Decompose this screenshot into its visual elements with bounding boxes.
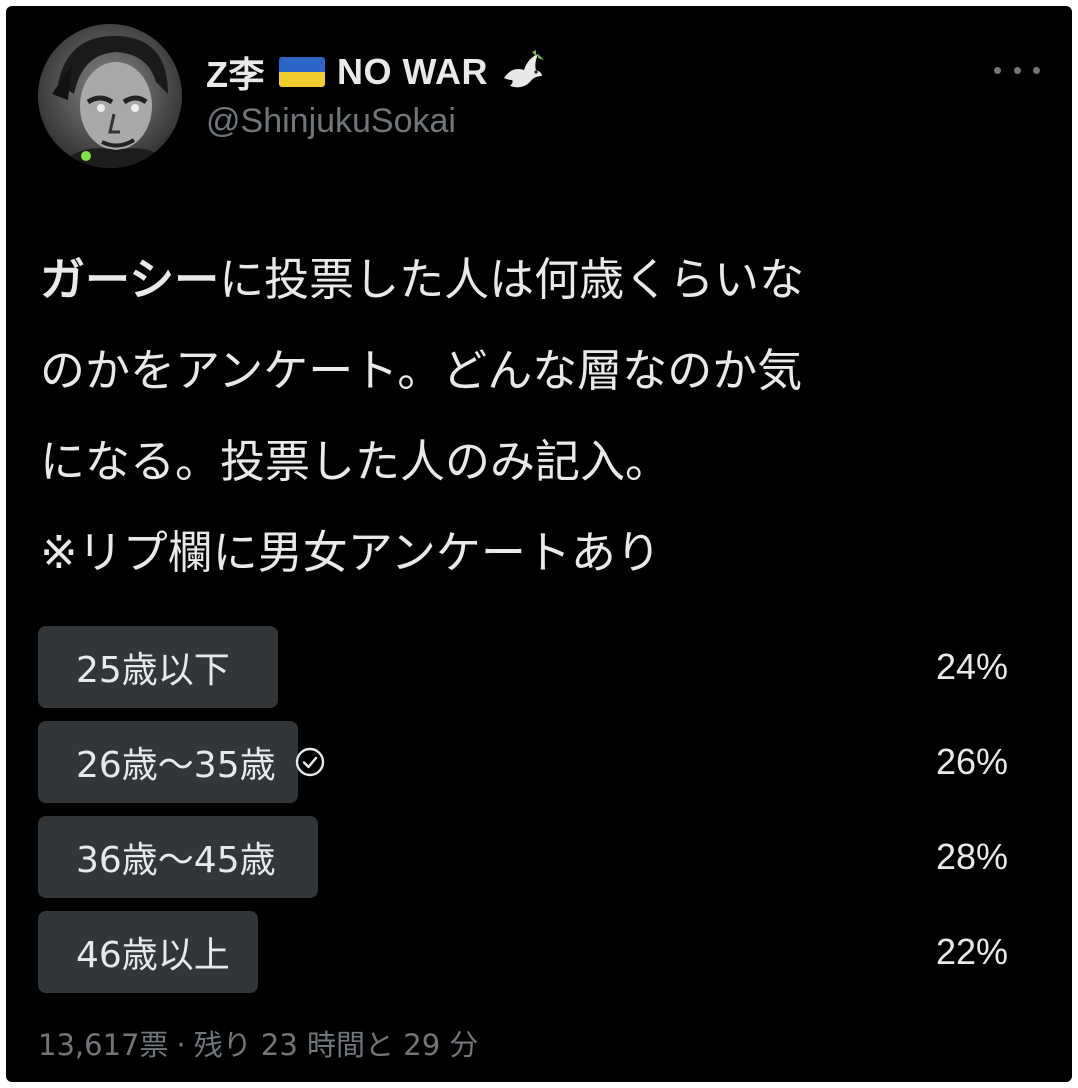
avatar[interactable] [38, 24, 182, 168]
tweet-line-1: ガーシーに投票した人は何歳くらいな [40, 234, 1040, 325]
tweet-line-2: のかをアンケート。どんな層なのか気 [40, 344, 803, 397]
poll: 25歳以下 24% 26歳〜35歳 26% 36歳〜45歳 28% 46歳以上 … [38, 626, 1038, 1006]
poll-option-label: 25歳以下 [76, 650, 230, 691]
poll-option-label-wrap: 36歳〜45歳 [76, 816, 276, 898]
tweet-line-1-rest: に投票した人は何歳くらいな [219, 253, 805, 306]
poll-option-percent: 22% [935, 931, 1008, 972]
ukraine-flag-icon [279, 57, 325, 87]
poll-vote-count: 13,617票 [38, 1028, 169, 1062]
poll-option-percent: 28% [935, 836, 1008, 877]
tweet-card: Z李 NO WAR @ShinjukuSokai ガーシーに投票した人は何歳くら… [6, 6, 1072, 1082]
check-circle-icon [294, 746, 326, 778]
poll-option-label: 26歳〜35歳 [76, 745, 276, 786]
tweet-text: ガーシーに投票した人は何歳くらいな のかをアンケート。どんな層なのか気 になる。… [40, 234, 1040, 598]
poll-option-label-wrap: 25歳以下 [76, 626, 230, 708]
poll-option-percent: 24% [935, 646, 1008, 687]
poll-option[interactable]: 25歳以下 24% [38, 626, 1038, 708]
tweet-line-3: になる。投票した人のみ記入。 [40, 435, 671, 488]
poll-option[interactable]: 26歳〜35歳 26% [38, 721, 1038, 803]
poll-option-label-wrap: 26歳〜35歳 [76, 721, 326, 803]
poll-option-percent: 26% [935, 741, 1008, 782]
dove-icon [498, 48, 546, 96]
poll-option-label: 36歳〜45歳 [76, 840, 276, 881]
tweet-line-4: ※リプ欄に男女アンケートあり [40, 526, 661, 579]
display-name-suffix: NO WAR [337, 51, 488, 92]
poll-option[interactable]: 36歳〜45歳 28% [38, 816, 1038, 898]
display-name[interactable]: Z李 NO WAR [206, 46, 546, 98]
poll-option-label: 46歳以上 [76, 935, 230, 976]
poll-option[interactable]: 46歳以上 22% [38, 911, 1038, 993]
poll-footer: 13,617票 · 残り 23 時間と 29 分 [38, 1022, 478, 1064]
poll-footer-separator: · [176, 1028, 186, 1062]
poll-time-left: 残り 23 時間と 29 分 [193, 1028, 479, 1062]
avatar-image [38, 24, 182, 168]
poll-option-label-wrap: 46歳以上 [76, 911, 230, 993]
tweet-bold-name: ガーシー [40, 253, 220, 306]
display-name-text: Z李 [206, 54, 265, 95]
user-handle[interactable]: @ShinjukuSokai [206, 102, 456, 141]
more-options-icon[interactable] [994, 50, 1040, 90]
